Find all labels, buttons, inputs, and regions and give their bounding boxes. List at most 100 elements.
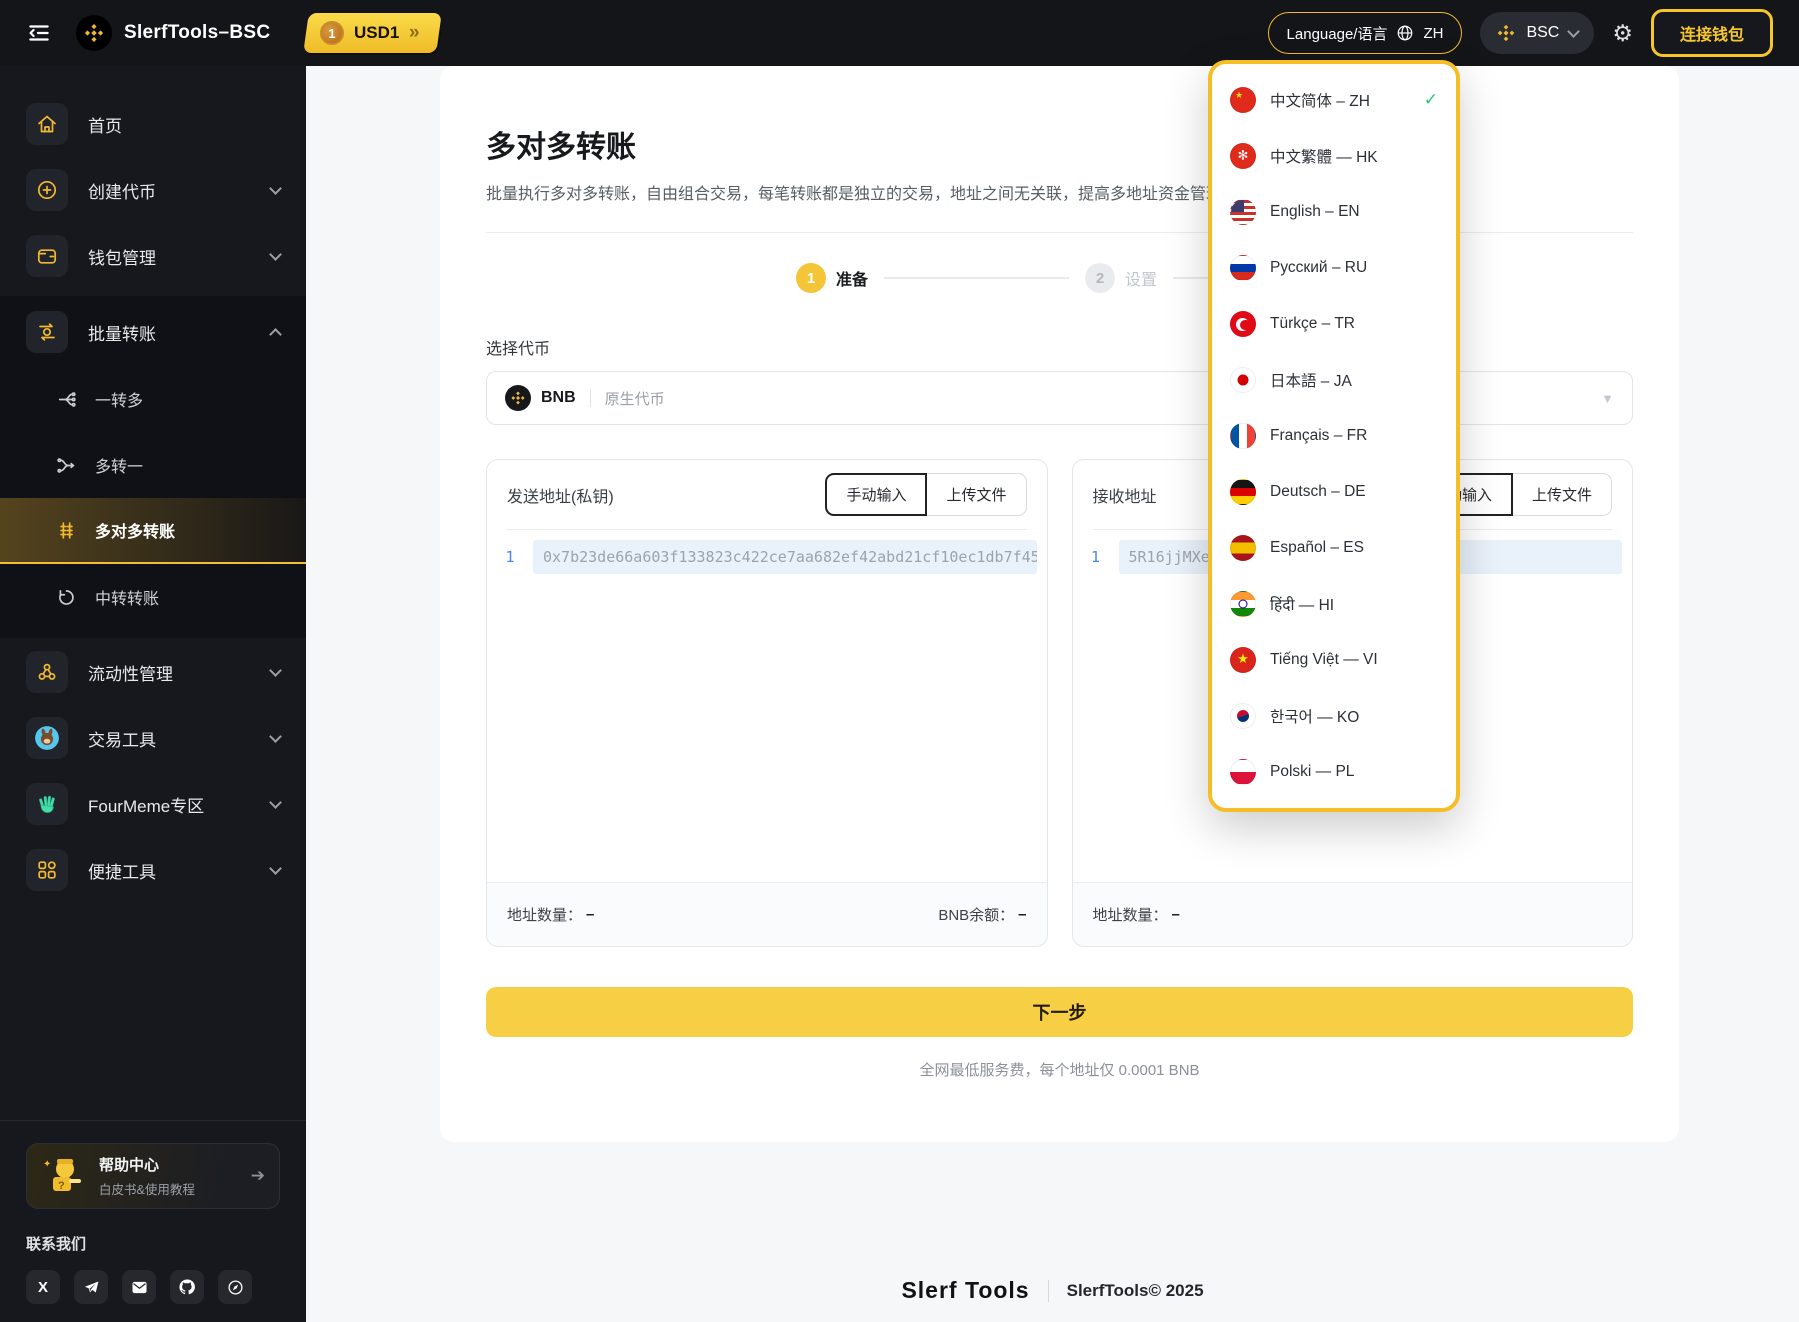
arrow-right-icon: ➔ (250, 1166, 265, 1185)
flag-icon (1230, 535, 1256, 561)
check-icon: ✓ (1423, 90, 1438, 109)
language-option-zh[interactable]: 中文简体 – ZH ✓ (1212, 72, 1456, 128)
usd1-banner[interactable]: 1 USD1 » (303, 13, 443, 53)
token-select[interactable]: BNB 原生代币 ▼ (486, 371, 1633, 425)
sidebar-item-label: 交易工具 (88, 730, 156, 750)
sender-input-tabs: 手动输入 上传文件 (825, 473, 1027, 516)
flag-icon (1230, 703, 1256, 729)
tab-upload-file[interactable]: 上传文件 (926, 473, 1027, 516)
bnb-balance-label: BNB余额： (938, 907, 1015, 924)
language-option-es[interactable]: Español – ES (1212, 520, 1456, 576)
address-panels: 发送地址(私钥) 手动输入 上传文件 1 0x7b23de66a603f1338… (486, 459, 1633, 947)
one-to-many-icon (56, 389, 77, 410)
sidebar-subitem-relay-transfer[interactable]: 中转转账 (0, 564, 306, 630)
language-option-hi[interactable]: हिंदी — HI (1212, 576, 1456, 632)
github-icon[interactable] (170, 1270, 204, 1304)
flag-icon (1230, 143, 1256, 169)
flag-icon (1230, 591, 1256, 617)
language-option-tr[interactable]: Türkçe – TR (1212, 296, 1456, 352)
compass-icon[interactable] (218, 1270, 252, 1304)
email-icon[interactable] (122, 1270, 156, 1304)
coin-icon: 1 (320, 21, 345, 45)
sidebar-item-fourmeme[interactable]: FourMeme专区 (0, 772, 306, 836)
grid-icon (26, 849, 68, 891)
step-indicator: 1 准备 2 设置 (486, 263, 1633, 293)
step-number: 1 (795, 263, 826, 293)
liquidity-icon (26, 651, 68, 693)
language-option-pl[interactable]: Polski — PL (1212, 744, 1456, 800)
x-twitter-icon[interactable]: X (26, 1270, 60, 1304)
chevron-up-icon (269, 327, 282, 341)
language-option-hk[interactable]: 中文繁體 — HK (1212, 128, 1456, 184)
sender-panel: 发送地址(私钥) 手动输入 上传文件 1 0x7b23de66a603f1338… (486, 459, 1048, 947)
tab-manual-input[interactable]: 手动输入 (825, 473, 928, 516)
next-step-button[interactable]: 下一步 (486, 987, 1633, 1037)
network-selector[interactable]: BSC (1480, 12, 1595, 54)
language-option-vi[interactable]: Tiếng Việt — VI (1212, 632, 1456, 688)
token-select-label: 选择代币 (486, 341, 551, 358)
chevron-down-icon (269, 861, 282, 875)
sidebar-item-liquidity[interactable]: 流动性管理 (0, 640, 306, 704)
sidebar-subitem-label: 多对多转账 (95, 524, 176, 541)
language-selector[interactable]: Language/语言 ZH (1267, 12, 1463, 54)
sidebar-item-label: 便捷工具 (88, 862, 156, 882)
telegram-icon[interactable] (74, 1270, 108, 1304)
language-option-de[interactable]: Deutsch – DE (1212, 464, 1456, 520)
help-center-card[interactable]: ✦ ? 帮助中心 白皮书&使用教程 ➔ (26, 1143, 280, 1209)
sidebar-item-trading-tools[interactable]: 交易工具 (0, 706, 306, 770)
language-option-ko[interactable]: 한국어 — KO (1212, 688, 1456, 744)
sidebar-item-batch-transfer[interactable]: 批量转账 (0, 300, 306, 364)
sender-panel-footer: 地址数量： – BNB余额： – (487, 882, 1047, 946)
divider (1047, 1279, 1049, 1302)
language-code: ZH (1423, 24, 1444, 42)
sidebar-item-handy-tools[interactable]: 便捷工具 (0, 838, 306, 902)
chevron-down-icon (1567, 24, 1581, 38)
language-option-en[interactable]: English – EN (1212, 184, 1456, 240)
batch-transfer-icon (26, 311, 68, 353)
binance-logo-icon (76, 15, 112, 51)
svg-text:✦: ✦ (43, 1159, 51, 1170)
many-to-many-icon (56, 520, 77, 541)
sender-placeholder-text: 0x7b23de66a603f133823c422ce7aa682ef42abd… (533, 540, 1037, 574)
caret-down-icon: ▼ (1601, 390, 1614, 406)
connect-wallet-button[interactable]: 连接钱包 (1650, 9, 1773, 57)
sidebar-collapse-icon[interactable] (22, 16, 56, 50)
sidebar-item-label: 批量转账 (88, 324, 156, 344)
sidebar-nav: 首页 创建代币 钱包管理 批量转账 一转多 多转一 多对多转账 中转转账 流动性… (0, 66, 306, 904)
sidebar-subitem-many-to-many[interactable]: 多对多转账 (0, 498, 306, 564)
sidebar-subitem-one-to-many[interactable]: 一转多 (0, 366, 306, 432)
flag-icon (1230, 367, 1256, 393)
step-label: 设置 (1125, 272, 1158, 289)
language-option-fr[interactable]: Français – FR (1212, 408, 1456, 464)
help-mascot: ✦ ? (41, 1155, 87, 1197)
fee-note: 全网最低服务费，每个地址仅 0.0001 BNB (919, 1062, 1200, 1079)
chevron-down-icon (269, 181, 282, 195)
sidebar-item-label: 创建代币 (88, 182, 156, 202)
flag-icon (1230, 759, 1256, 785)
chevron-down-icon (269, 795, 282, 809)
globe-icon (1396, 24, 1414, 42)
sidebar-item-wallet-management[interactable]: 钱包管理 (0, 224, 306, 288)
network-name: BSC (1526, 24, 1560, 41)
sidebar-subitem-label: 多转一 (95, 459, 144, 476)
divider (486, 232, 1633, 233)
usd1-label: USD1 (354, 23, 400, 42)
tab-upload-file[interactable]: 上传文件 (1511, 473, 1612, 516)
sidebar-item-label: 流动性管理 (88, 664, 173, 684)
sidebar-item-home[interactable]: 首页 (0, 92, 306, 156)
sidebar-subitem-label: 中转转账 (95, 591, 160, 608)
gear-icon[interactable]: ⚙ (1612, 21, 1633, 45)
social-links: X (26, 1270, 280, 1304)
line-number: 1 (1090, 548, 1101, 566)
sender-address-editor[interactable]: 1 0x7b23de66a603f133823c422ce7aa682ef42a… (487, 530, 1047, 882)
flag-icon (1230, 423, 1256, 449)
divider (589, 389, 591, 407)
pancakeswap-icon (26, 717, 68, 759)
language-option-ja[interactable]: 日本語 – JA (1212, 352, 1456, 408)
address-count-label: 地址数量： (1092, 907, 1168, 924)
sidebar-subitem-many-to-one[interactable]: 多转一 (0, 432, 306, 498)
sidebar-item-create-token[interactable]: 创建代币 (0, 158, 306, 222)
bnb-token-icon (505, 385, 531, 411)
brand[interactable]: SlerfTools–BSC (76, 15, 270, 51)
language-option-ru[interactable]: Русский – RU (1212, 240, 1456, 296)
